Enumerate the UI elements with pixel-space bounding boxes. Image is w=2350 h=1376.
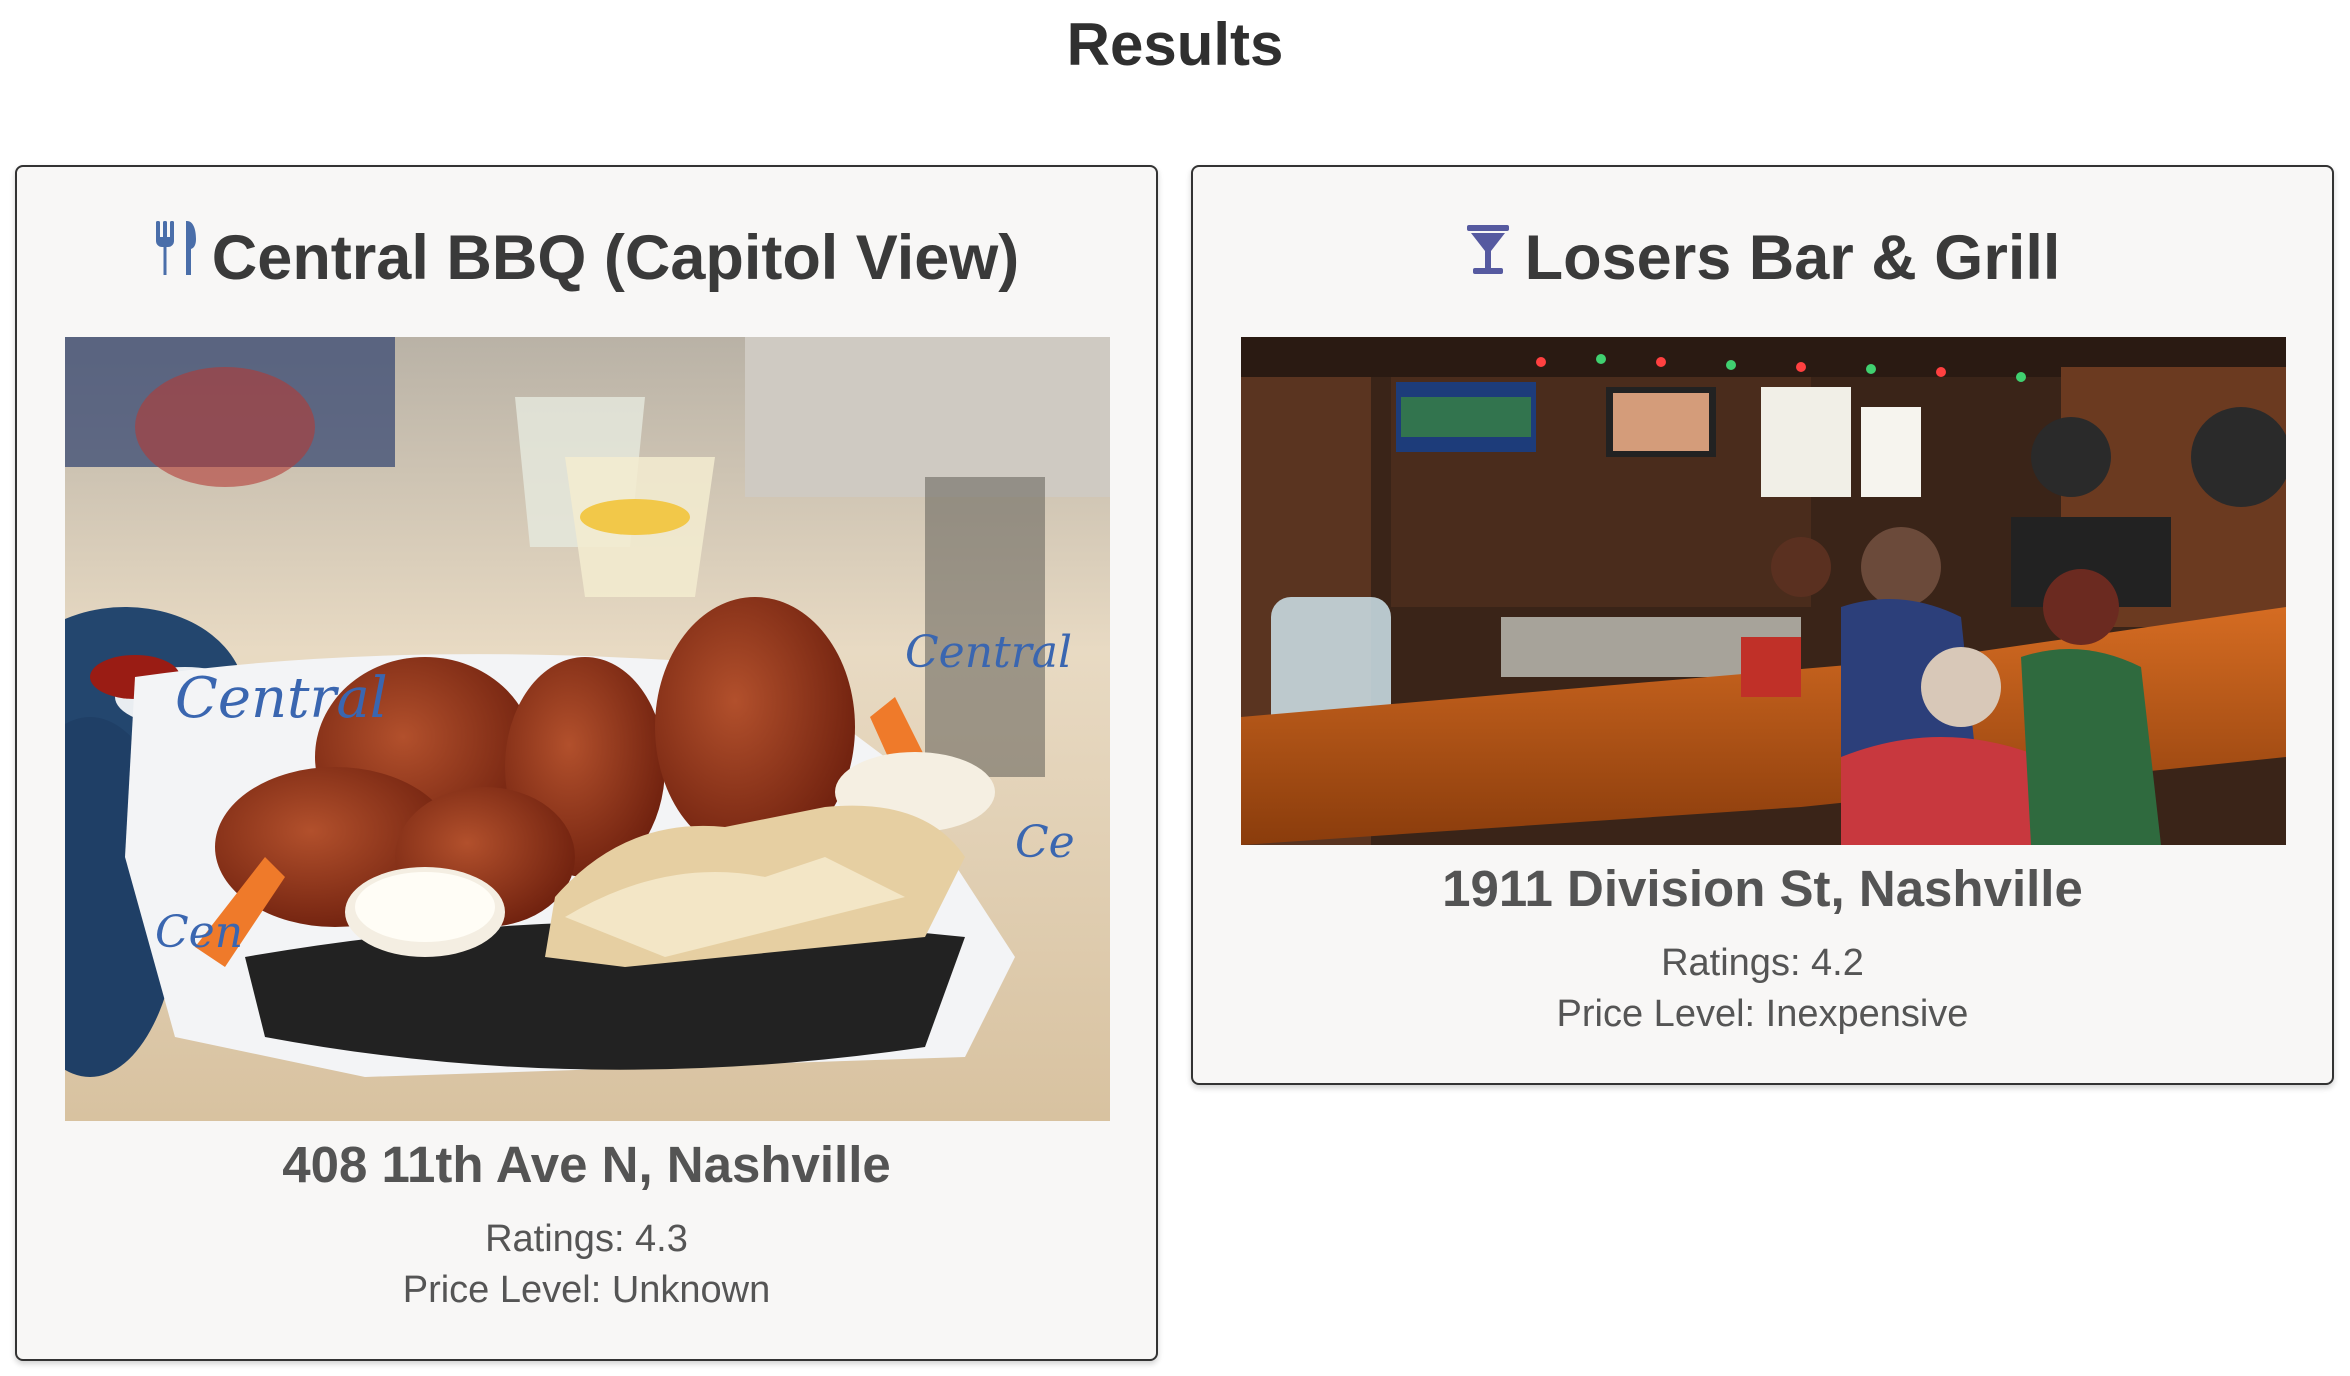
restaurant-address: 1911 Division St, Nashville — [1442, 860, 2083, 917]
rating-text: Ratings: 4.2 — [1661, 942, 1864, 984]
result-card-central-bbq[interactable]: Central BBQ (Capitol View) Central Centr… — [15, 165, 1158, 1361]
restaurant-address: 408 11th Ave N, Nashville — [282, 1136, 891, 1193]
card-title[interactable]: Losers Bar & Grill — [1193, 219, 2332, 301]
utensils-icon — [154, 217, 198, 295]
card-title[interactable]: Central BBQ (Capitol View) — [17, 219, 1156, 301]
card-title-text: Losers Bar & Grill — [1524, 223, 2061, 293]
card-title-text: Central BBQ (Capitol View) — [211, 223, 1020, 293]
cocktail-icon — [1465, 217, 1511, 295]
page-title: Results — [1066, 11, 1284, 78]
price-level-text: Price Level: Inexpensive — [1556, 993, 1969, 1035]
price-level-text: Price Level: Unknown — [402, 1269, 771, 1311]
svg-text:Central: Central — [905, 627, 1072, 678]
result-card-losers-bar[interactable]: Losers Bar & Grill 1911 Division St, Nas… — [1191, 165, 2334, 1085]
bbq-wings-basket-photo: Central Central Cen Ce — [65, 337, 1110, 1121]
rating-text: Ratings: 4.3 — [485, 1218, 688, 1260]
svg-text:Central: Central — [175, 666, 388, 731]
bar-interior-photo — [1241, 337, 2286, 845]
svg-text:Cen: Cen — [155, 907, 243, 958]
svg-text:Ce: Ce — [1015, 817, 1075, 868]
